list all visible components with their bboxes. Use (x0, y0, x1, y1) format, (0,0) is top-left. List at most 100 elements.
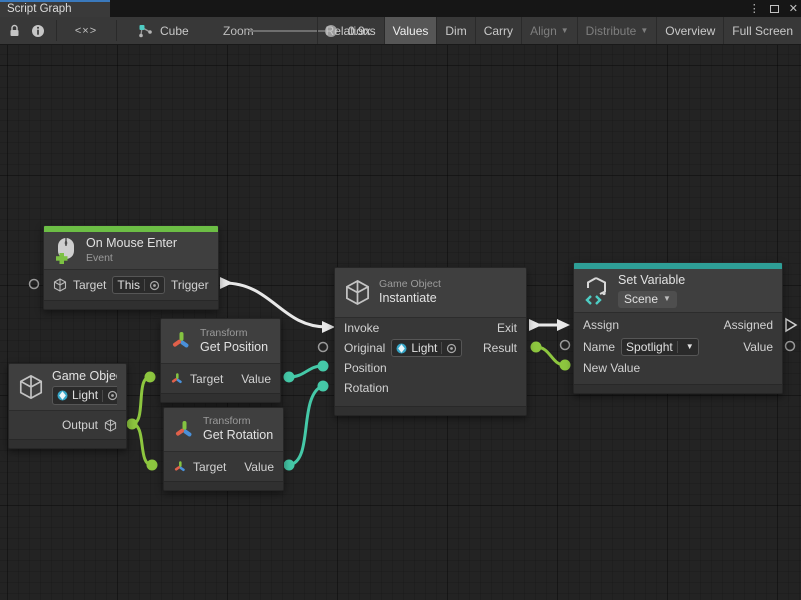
node-category: Game Object (379, 278, 441, 291)
port-instantiate-rotation[interactable] (318, 381, 329, 392)
unity-object-icon (57, 390, 68, 401)
node-footer (574, 384, 782, 393)
node-footer (164, 481, 283, 490)
chevron-down-icon: ▼ (640, 26, 648, 35)
tab-title: Script Graph (7, 3, 72, 15)
fullscreen-button[interactable]: Full Screen (723, 17, 801, 44)
tab-script-graph[interactable]: Script Graph (0, 0, 110, 17)
edge-output-to-getposition-target[interactable] (132, 377, 150, 424)
gameobject-cube-icon (104, 419, 117, 432)
dim-button[interactable]: Dim (436, 17, 474, 44)
port-getrotation-target[interactable] (147, 460, 158, 471)
original-label: Original (344, 341, 385, 355)
code-preview-button[interactable]: <×> (60, 17, 112, 44)
info-icon (31, 24, 45, 38)
port-instantiate-result[interactable] (531, 342, 542, 353)
node-on-mouse-enter[interactable]: On Mouse Enter Event Target This Trigger (43, 225, 219, 310)
node-game-object-literal[interactable]: Game Object Light Output (8, 363, 127, 449)
mouse-event-icon (53, 237, 78, 264)
transform-icon (173, 419, 195, 441)
port-getposition-target[interactable] (145, 372, 156, 383)
chevron-down-icon: ▼ (561, 26, 569, 35)
titlebar: Script Graph ⋮ ✕ (0, 0, 801, 17)
node-title: Set Variable (618, 273, 685, 289)
node-subtitle: Event (86, 252, 177, 265)
close-icon[interactable]: ✕ (789, 2, 798, 15)
target-label: Target (193, 460, 226, 474)
trigger-label: Trigger (171, 278, 211, 292)
object-picker-icon[interactable] (149, 280, 160, 291)
result-label: Result (483, 341, 517, 355)
graph-breadcrumb[interactable]: Cube (138, 17, 189, 44)
assigned-label: Assigned (724, 318, 773, 332)
script-graph-icon (138, 24, 153, 38)
code-icon: <×> (75, 25, 97, 37)
original-value-field[interactable]: Light (391, 339, 462, 357)
port-exit-output[interactable] (529, 319, 542, 331)
port-setvariable-value[interactable] (786, 342, 795, 351)
transform-icon (170, 372, 184, 386)
variable-scope-dropdown[interactable]: Scene ▼ (618, 291, 677, 308)
port-getposition-value[interactable] (284, 372, 295, 383)
gameobject-value-field[interactable]: Light (52, 386, 117, 405)
target-label: Target (73, 278, 106, 292)
edge-output-to-getrotation-target[interactable] (132, 424, 152, 465)
port-gameobject-output[interactable] (127, 419, 138, 430)
object-picker-icon[interactable] (107, 390, 117, 401)
port-instantiate-original[interactable] (319, 343, 328, 352)
invoke-label: Invoke (344, 321, 379, 335)
object-picker-icon[interactable] (446, 343, 457, 354)
unity-object-icon (396, 343, 407, 354)
target-label: Target (190, 372, 223, 386)
gameobject-cube-icon (344, 279, 371, 306)
target-value-field[interactable]: This (112, 276, 165, 294)
rotation-label: Rotation (344, 381, 389, 395)
node-category: Transform (200, 327, 268, 340)
port-assign-input[interactable] (557, 319, 570, 331)
value-label: Value (244, 460, 274, 474)
node-title: On Mouse Enter (86, 236, 177, 252)
values-button[interactable]: Values (384, 17, 437, 44)
port-setvariable-assigned[interactable] (786, 319, 796, 331)
node-instantiate[interactable]: Game Object Instantiate Invoke Exit Orig… (334, 267, 527, 416)
name-label: Name (583, 340, 615, 354)
node-title: Game Object (52, 369, 117, 385)
transform-icon (170, 330, 192, 352)
edge-getrotation-value-to-rotation[interactable] (289, 386, 322, 465)
node-get-rotation[interactable]: Transform Get Rotation Target Value (163, 407, 284, 491)
overview-button[interactable]: Overview (656, 17, 723, 44)
output-label: Output (62, 418, 98, 432)
align-button[interactable]: Align▼ (521, 17, 577, 44)
node-title: Get Position (200, 340, 268, 356)
chevron-down-icon: ▼ (686, 342, 694, 351)
port-setvariable-newvalue[interactable] (560, 360, 571, 371)
node-footer (335, 406, 526, 415)
port-instantiate-position[interactable] (318, 361, 329, 372)
assign-label: Assign (583, 318, 619, 332)
window-menu-icon[interactable]: ⋮ (749, 2, 760, 15)
relations-button[interactable]: Relations (317, 17, 384, 44)
node-set-variable[interactable]: Set Variable Scene ▼ Assign Assigned Nam… (573, 262, 783, 394)
node-category: Transform (203, 415, 273, 428)
value-label: Value (241, 372, 271, 386)
lock-button[interactable] (2, 17, 26, 44)
node-footer (44, 300, 218, 309)
node-get-position[interactable]: Transform Get Position Target Value (160, 318, 281, 403)
port-mouseenter-target[interactable] (30, 280, 39, 289)
carry-button[interactable]: Carry (475, 17, 521, 44)
distribute-button[interactable]: Distribute▼ (577, 17, 657, 44)
chevron-down-icon: ▼ (663, 294, 671, 304)
info-button[interactable] (26, 17, 50, 44)
transform-icon (173, 460, 187, 474)
variable-name-field[interactable]: Spotlight ▼ (621, 338, 699, 356)
port-getrotation-value[interactable] (284, 460, 295, 471)
node-title: Instantiate (379, 291, 441, 307)
gameobject-cube-icon (53, 278, 67, 292)
gameobject-cube-icon (18, 374, 44, 400)
maximize-icon[interactable] (770, 5, 779, 13)
port-setvariable-name[interactable] (561, 341, 570, 350)
port-trigger-output[interactable] (220, 277, 233, 289)
graph-canvas[interactable]: On Mouse Enter Event Target This Trigger (0, 45, 801, 600)
unity-variables-icon (583, 276, 610, 306)
node-title: Get Rotation (203, 428, 273, 444)
